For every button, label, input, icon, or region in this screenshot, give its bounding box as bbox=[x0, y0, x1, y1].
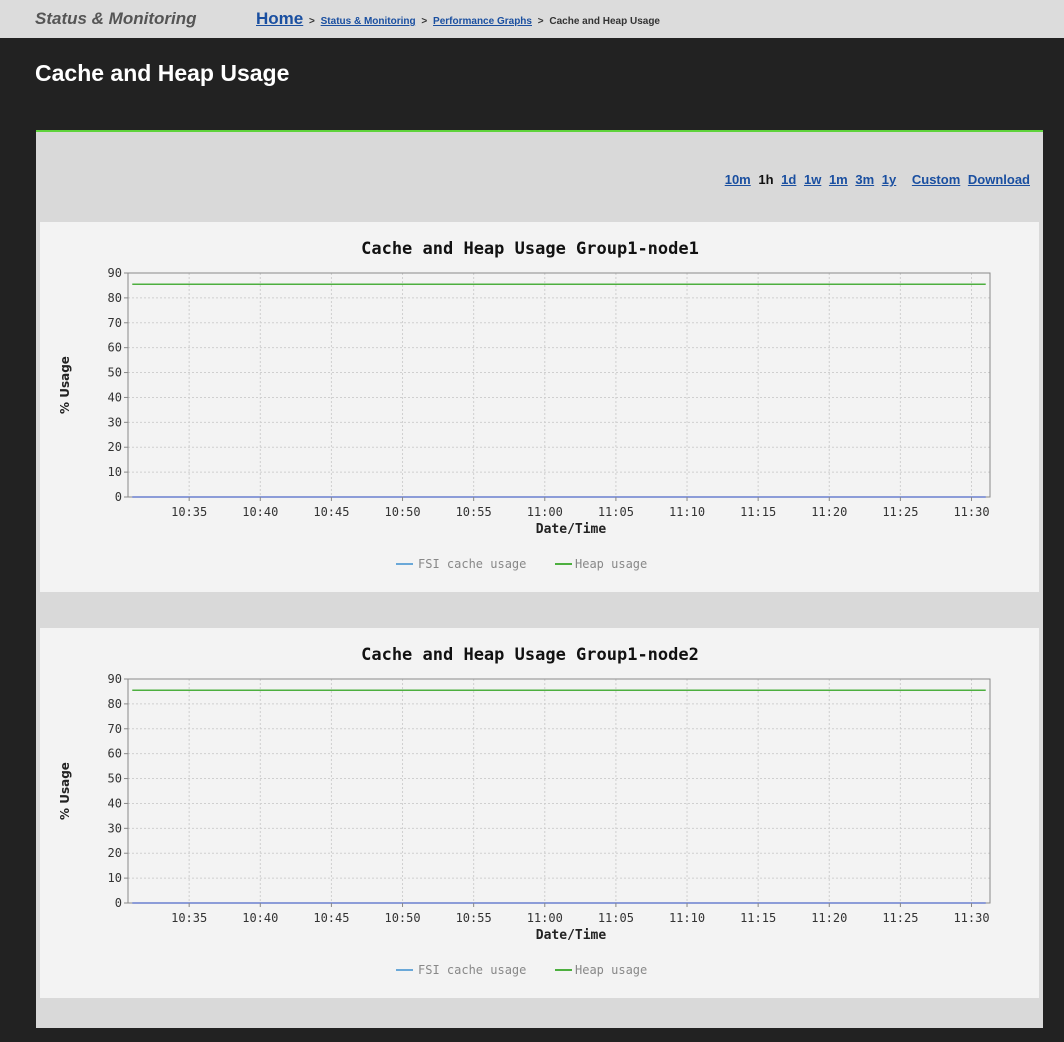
chart-svg: Cache and Heap Usage Group1-node2 0 10 20 3… bbox=[58, 645, 991, 977]
range-1y-link[interactable]: 1y bbox=[882, 172, 896, 187]
x-tick-label: 10:40 bbox=[242, 911, 278, 925]
y-tick-label: 60 bbox=[108, 341, 122, 355]
x-tick-label: 11:25 bbox=[882, 911, 918, 925]
x-tick-label: 11:15 bbox=[740, 505, 776, 519]
y-tick-label: 80 bbox=[108, 697, 122, 711]
page-header: Cache and Heap Usage bbox=[8, 38, 1064, 130]
y-tick-label: 10 bbox=[108, 465, 122, 479]
y-tick-label: 50 bbox=[108, 772, 122, 786]
breadcrumb-separator: > bbox=[421, 16, 428, 27]
x-tick-label: 11:10 bbox=[669, 505, 705, 519]
x-tick-label: 10:40 bbox=[242, 505, 278, 519]
y-tick-label: 90 bbox=[108, 266, 122, 280]
x-axis: 10:35 10:40 10:45 10:50 10:55 11:00 11:05 11:10… bbox=[171, 497, 990, 519]
y-tick-label: 50 bbox=[108, 366, 122, 380]
chart-title: Cache and Heap Usage Group1-node1 bbox=[361, 239, 699, 259]
graphs-panel: 10m 1h 1d 1w 1m 3m 1y Custom Download Ca… bbox=[36, 130, 1043, 1028]
y-tick-label: 0 bbox=[115, 490, 122, 504]
y-tick-label: 80 bbox=[108, 291, 122, 305]
y-axis-label: % Usage bbox=[58, 356, 72, 414]
x-tick-label: 10:45 bbox=[313, 911, 349, 925]
x-axis-label: Date/Time bbox=[536, 522, 607, 537]
x-tick-label: 10:50 bbox=[384, 911, 420, 925]
x-tick-label: 10:35 bbox=[171, 911, 207, 925]
x-tick-label: 11:30 bbox=[953, 505, 989, 519]
page-title: Cache and Heap Usage bbox=[35, 60, 290, 86]
x-tick-label: 11:30 bbox=[953, 911, 989, 925]
chart-node1: Cache and Heap Usage Group1-node1 0 10 20 3… bbox=[40, 222, 1039, 592]
breadcrumb-home-link[interactable]: Home bbox=[256, 9, 303, 28]
y-tick-label: 30 bbox=[108, 821, 122, 835]
y-tick-label: 30 bbox=[108, 415, 122, 429]
range-1m-link[interactable]: 1m bbox=[829, 172, 848, 187]
y-tick-label: 70 bbox=[108, 316, 122, 330]
legend-fsi-label: FSI cache usage bbox=[418, 963, 526, 977]
chart-legend: FSI cache usage Heap usage bbox=[396, 557, 647, 571]
plot-frame bbox=[127, 678, 991, 904]
y-tick-label: 40 bbox=[108, 390, 122, 404]
breadcrumb-separator: > bbox=[309, 16, 315, 27]
x-tick-label: 10:55 bbox=[456, 911, 492, 925]
x-tick-label: 11:20 bbox=[811, 911, 847, 925]
breadcrumb: Home > Status & Monitoring > Performance… bbox=[256, 9, 660, 29]
legend-fsi-label: FSI cache usage bbox=[418, 557, 526, 571]
x-tick-label: 11:20 bbox=[811, 505, 847, 519]
y-tick-label: 40 bbox=[108, 796, 122, 810]
range-1h-selected: 1h bbox=[758, 172, 774, 187]
y-tick-label: 60 bbox=[108, 747, 122, 761]
y-tick-label: 70 bbox=[108, 722, 122, 736]
section-title: Status & Monitoring bbox=[35, 9, 197, 28]
legend-heap-label: Heap usage bbox=[575, 963, 647, 977]
x-axis: 10:35 10:40 10:45 10:50 10:55 11:00 11:05 11:10… bbox=[171, 903, 990, 925]
breadcrumb-current: Cache and Heap Usage bbox=[549, 16, 660, 27]
chart-grid bbox=[128, 678, 990, 903]
x-tick-label: 10:55 bbox=[456, 505, 492, 519]
chart-svg: Cache and Heap Usage Group1-node1 0 10 20 3… bbox=[58, 239, 991, 571]
download-link[interactable]: Download bbox=[968, 172, 1030, 187]
y-tick-label: 10 bbox=[108, 871, 122, 885]
plot-frame bbox=[127, 272, 991, 498]
y-axis: 0 10 20 30 40 50 60 70 80 90 bbox=[108, 266, 128, 504]
x-tick-label: 11:25 bbox=[882, 505, 918, 519]
x-axis-label: Date/Time bbox=[536, 928, 607, 943]
chart-title: Cache and Heap Usage Group1-node2 bbox=[361, 645, 699, 665]
y-tick-label: 0 bbox=[115, 896, 122, 910]
x-tick-label: 11:00 bbox=[527, 505, 563, 519]
range-1w-link[interactable]: 1w bbox=[804, 172, 821, 187]
x-tick-label: 11:05 bbox=[598, 505, 634, 519]
breadcrumb-graphs-link[interactable]: Performance Graphs bbox=[433, 16, 532, 27]
time-range-bar: 10m 1h 1d 1w 1m 3m 1y Custom Download bbox=[721, 172, 1030, 187]
y-axis-label: % Usage bbox=[58, 762, 72, 820]
chart-grid bbox=[128, 272, 990, 497]
breadcrumb-status-link[interactable]: Status & Monitoring bbox=[321, 16, 416, 27]
range-3m-link[interactable]: 3m bbox=[855, 172, 874, 187]
x-tick-label: 10:50 bbox=[384, 505, 420, 519]
top-bar: Status & Monitoring Home > Status & Moni… bbox=[0, 0, 1064, 38]
x-tick-label: 11:05 bbox=[598, 911, 634, 925]
x-tick-label: 10:35 bbox=[171, 505, 207, 519]
y-tick-label: 20 bbox=[108, 440, 122, 454]
chart-legend: FSI cache usage Heap usage bbox=[396, 963, 647, 977]
chart-node2: Cache and Heap Usage Group1-node2 0 10 20 3… bbox=[40, 628, 1039, 998]
y-tick-label: 20 bbox=[108, 846, 122, 860]
x-tick-label: 11:15 bbox=[740, 911, 776, 925]
breadcrumb-separator: > bbox=[537, 16, 544, 27]
custom-range-link[interactable]: Custom bbox=[912, 172, 960, 187]
x-tick-label: 11:10 bbox=[669, 911, 705, 925]
y-axis: 0 10 20 30 40 50 60 70 80 90 bbox=[108, 672, 128, 910]
y-tick-label: 90 bbox=[108, 672, 122, 686]
range-1d-link[interactable]: 1d bbox=[781, 172, 796, 187]
x-tick-label: 10:45 bbox=[313, 505, 349, 519]
legend-heap-label: Heap usage bbox=[575, 557, 647, 571]
range-10m-link[interactable]: 10m bbox=[725, 172, 751, 187]
x-tick-label: 11:00 bbox=[527, 911, 563, 925]
